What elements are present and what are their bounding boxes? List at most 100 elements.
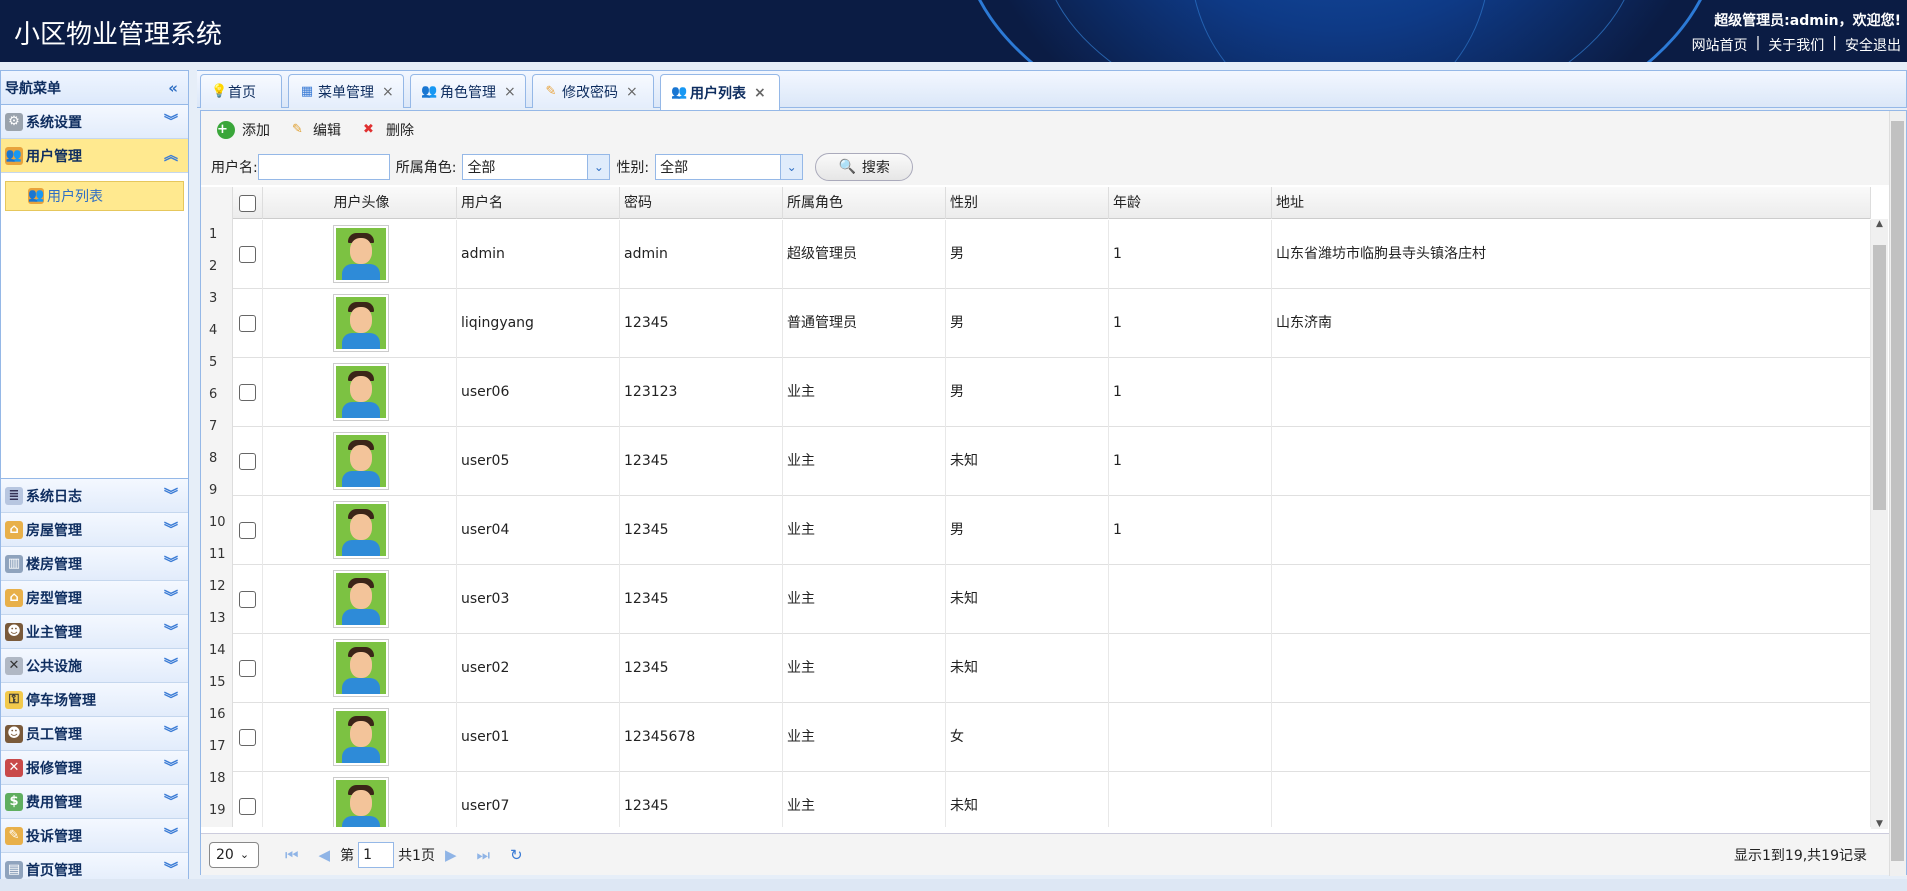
link-site-home[interactable]: 网站首页	[1692, 35, 1748, 55]
avatar-body	[342, 471, 380, 487]
page-number-input[interactable]: 1	[358, 841, 395, 868]
select-all-checkbox[interactable]	[239, 194, 256, 212]
column-header-username[interactable]: 用户名	[457, 187, 620, 219]
select-all-cell	[233, 187, 263, 219]
last-page-icon[interactable]: ⏭	[477, 846, 491, 864]
row-checkbox[interactable]	[239, 452, 256, 470]
nav-section-house-management[interactable]: ⌂ 房屋管理 ︾	[1, 513, 188, 547]
nav-section-complaint-management[interactable]: ✎ 投诉管理 ︾	[1, 819, 188, 853]
link-about-us[interactable]: 关于我们	[1768, 35, 1824, 55]
cell-gender: 男	[946, 220, 1109, 289]
next-page-icon[interactable]: ▶	[445, 846, 457, 864]
row-number: 15	[209, 675, 226, 690]
table-scrollbar-thumb[interactable]	[1873, 245, 1886, 510]
chevron-down-icon[interactable]: ︾	[164, 757, 178, 777]
add-button[interactable]: + 添加	[217, 120, 270, 140]
chevron-down-icon[interactable]: ︾	[164, 655, 178, 675]
row-checkbox[interactable]	[239, 383, 256, 401]
chevron-down-icon[interactable]: ︾	[164, 723, 178, 743]
chevron-down-icon[interactable]: ︾	[164, 689, 178, 709]
cell-role: 普通管理员	[783, 289, 946, 358]
tab-user-list[interactable]: 👥 用户列表 ×	[660, 74, 780, 110]
chevron-up-icon[interactable]: ︽	[164, 145, 178, 165]
search-bar: 用户名: 所属角色: 全部 ⌄ 性别: 全部 ⌄ 🔍 搜索	[201, 149, 1891, 185]
role-select[interactable]: 全部 ⌄	[462, 154, 611, 180]
first-page-icon[interactable]: ⏮	[285, 846, 299, 864]
chevron-down-icon[interactable]: ︾	[164, 485, 178, 505]
column-header-password[interactable]: 密码	[620, 187, 783, 219]
collapse-left-icon[interactable]: «	[168, 79, 178, 97]
scroll-down-icon[interactable]: ▼	[1871, 819, 1888, 829]
cell-age: 1	[1109, 427, 1272, 496]
table-row[interactable]: liqingyang 12345 普通管理员男 1 山东济南	[233, 289, 1871, 358]
table-row[interactable]: admin admin 超级管理员男 1 山东省潍坊市临朐县寺头镇洛庄村	[233, 220, 1871, 289]
column-header-age[interactable]: 年龄	[1109, 187, 1272, 219]
chevron-down-icon[interactable]: ︾	[164, 111, 178, 131]
scroll-up-icon[interactable]: ▲	[1871, 219, 1888, 229]
row-checkbox[interactable]	[239, 245, 256, 263]
column-header-avatar[interactable]: 用户头像	[263, 187, 457, 219]
chevron-down-icon[interactable]: ⌄	[587, 155, 610, 179]
row-checkbox[interactable]	[239, 659, 256, 677]
page-scrollbar-thumb[interactable]	[1891, 121, 1904, 861]
search-button[interactable]: 🔍 搜索	[815, 153, 914, 181]
tab-role-management[interactable]: 👥 角色管理 ×	[410, 74, 526, 108]
chevron-down-icon[interactable]: ︾	[164, 587, 178, 607]
nav-section-owner-management[interactable]: ☻ 业主管理 ︾	[1, 615, 188, 649]
refresh-icon[interactable]: ↻	[510, 846, 523, 864]
nav-section-building-management[interactable]: ▥ 楼房管理 ︾	[1, 547, 188, 581]
row-checkbox[interactable]	[239, 728, 256, 746]
tab-menu-management[interactable]: ▦ 菜单管理 ×	[288, 74, 404, 108]
cell-role: 业主	[783, 634, 946, 703]
row-checkbox[interactable]	[239, 797, 256, 815]
column-header-role[interactable]: 所属角色	[783, 187, 946, 219]
nav-section-system-log[interactable]: ≣ 系统日志 ︾	[1, 479, 188, 513]
avatar-cell	[263, 703, 457, 772]
avatar-image	[336, 228, 386, 280]
nav-section-repair-management[interactable]: ✕ 报修管理 ︾	[1, 751, 188, 785]
row-checkbox[interactable]	[239, 314, 256, 332]
nav-section-staff-management[interactable]: ☻ 员工管理 ︾	[1, 717, 188, 751]
chevron-down-icon[interactable]: ⌄	[780, 155, 803, 179]
gender-select[interactable]: 全部 ⌄	[655, 154, 804, 180]
chevron-down-icon[interactable]: ︾	[164, 791, 178, 811]
nav-section-public-facilities[interactable]: ✕ 公共设施 ︾	[1, 649, 188, 683]
chevron-down-icon[interactable]: ︾	[164, 519, 178, 539]
table-row[interactable]: user01 12345678 业主女	[233, 703, 1871, 772]
edit-button[interactable]: ✎ 编辑	[292, 120, 341, 140]
chevron-down-icon[interactable]: ︾	[164, 825, 178, 845]
tab-change-password[interactable]: ✎ 修改密码 ×	[532, 74, 654, 108]
tab-home[interactable]: 💡 首页	[200, 74, 282, 108]
table-row[interactable]: user07 12345 业主 未知	[233, 772, 1871, 827]
close-icon[interactable]: ×	[504, 84, 516, 100]
close-icon[interactable]: ×	[626, 84, 638, 100]
row-checkbox[interactable]	[239, 521, 256, 539]
chevron-down-icon[interactable]: ︾	[164, 859, 178, 879]
page-size-select[interactable]: 20 ⌄	[209, 841, 259, 868]
table-row[interactable]: user02 12345 业主 未知	[233, 634, 1871, 703]
username-search-input[interactable]	[257, 154, 390, 180]
table-row[interactable]: user05 12345 业主 未知 1	[233, 427, 1871, 496]
prev-page-icon[interactable]: ◀	[319, 846, 331, 864]
delete-button[interactable]: ✖ 删除	[363, 120, 414, 140]
close-icon[interactable]: ×	[382, 84, 394, 100]
chevron-down-icon[interactable]: ︾	[164, 553, 178, 573]
column-header-address[interactable]: 地址	[1272, 187, 1871, 219]
table-row[interactable]: user06 123123 业主男 1	[233, 358, 1871, 427]
chevron-down-icon[interactable]: ︾	[164, 621, 178, 641]
nav-section-parking-management[interactable]: ⚿ 停车场管理 ︾	[1, 683, 188, 717]
column-header-gender[interactable]: 性别	[946, 187, 1109, 219]
nav-section-system-settings[interactable]: ⚙ 系统设置 ︾	[1, 105, 188, 139]
users-icon: 👥	[421, 83, 438, 99]
nav-item-user-list[interactable]: 👥 用户列表	[5, 181, 184, 211]
table-row[interactable]: user04 12345 业主男 1	[233, 496, 1871, 565]
row-checkbox[interactable]	[239, 590, 256, 608]
close-icon[interactable]: ×	[754, 85, 766, 101]
cell-password: 12345	[620, 565, 783, 634]
nav-section-fee-management[interactable]: $ 费用管理 ︾	[1, 785, 188, 819]
link-logout[interactable]: 安全退出	[1845, 35, 1901, 55]
toolbar: + 添加 ✎ 编辑 ✖ 删除	[201, 111, 1891, 149]
nav-section-user-management[interactable]: 👥 用户管理 ︽	[1, 139, 188, 173]
table-row[interactable]: user03 12345 业主 未知	[233, 565, 1871, 634]
nav-section-layout-management[interactable]: ⌂ 房型管理 ︾	[1, 581, 188, 615]
